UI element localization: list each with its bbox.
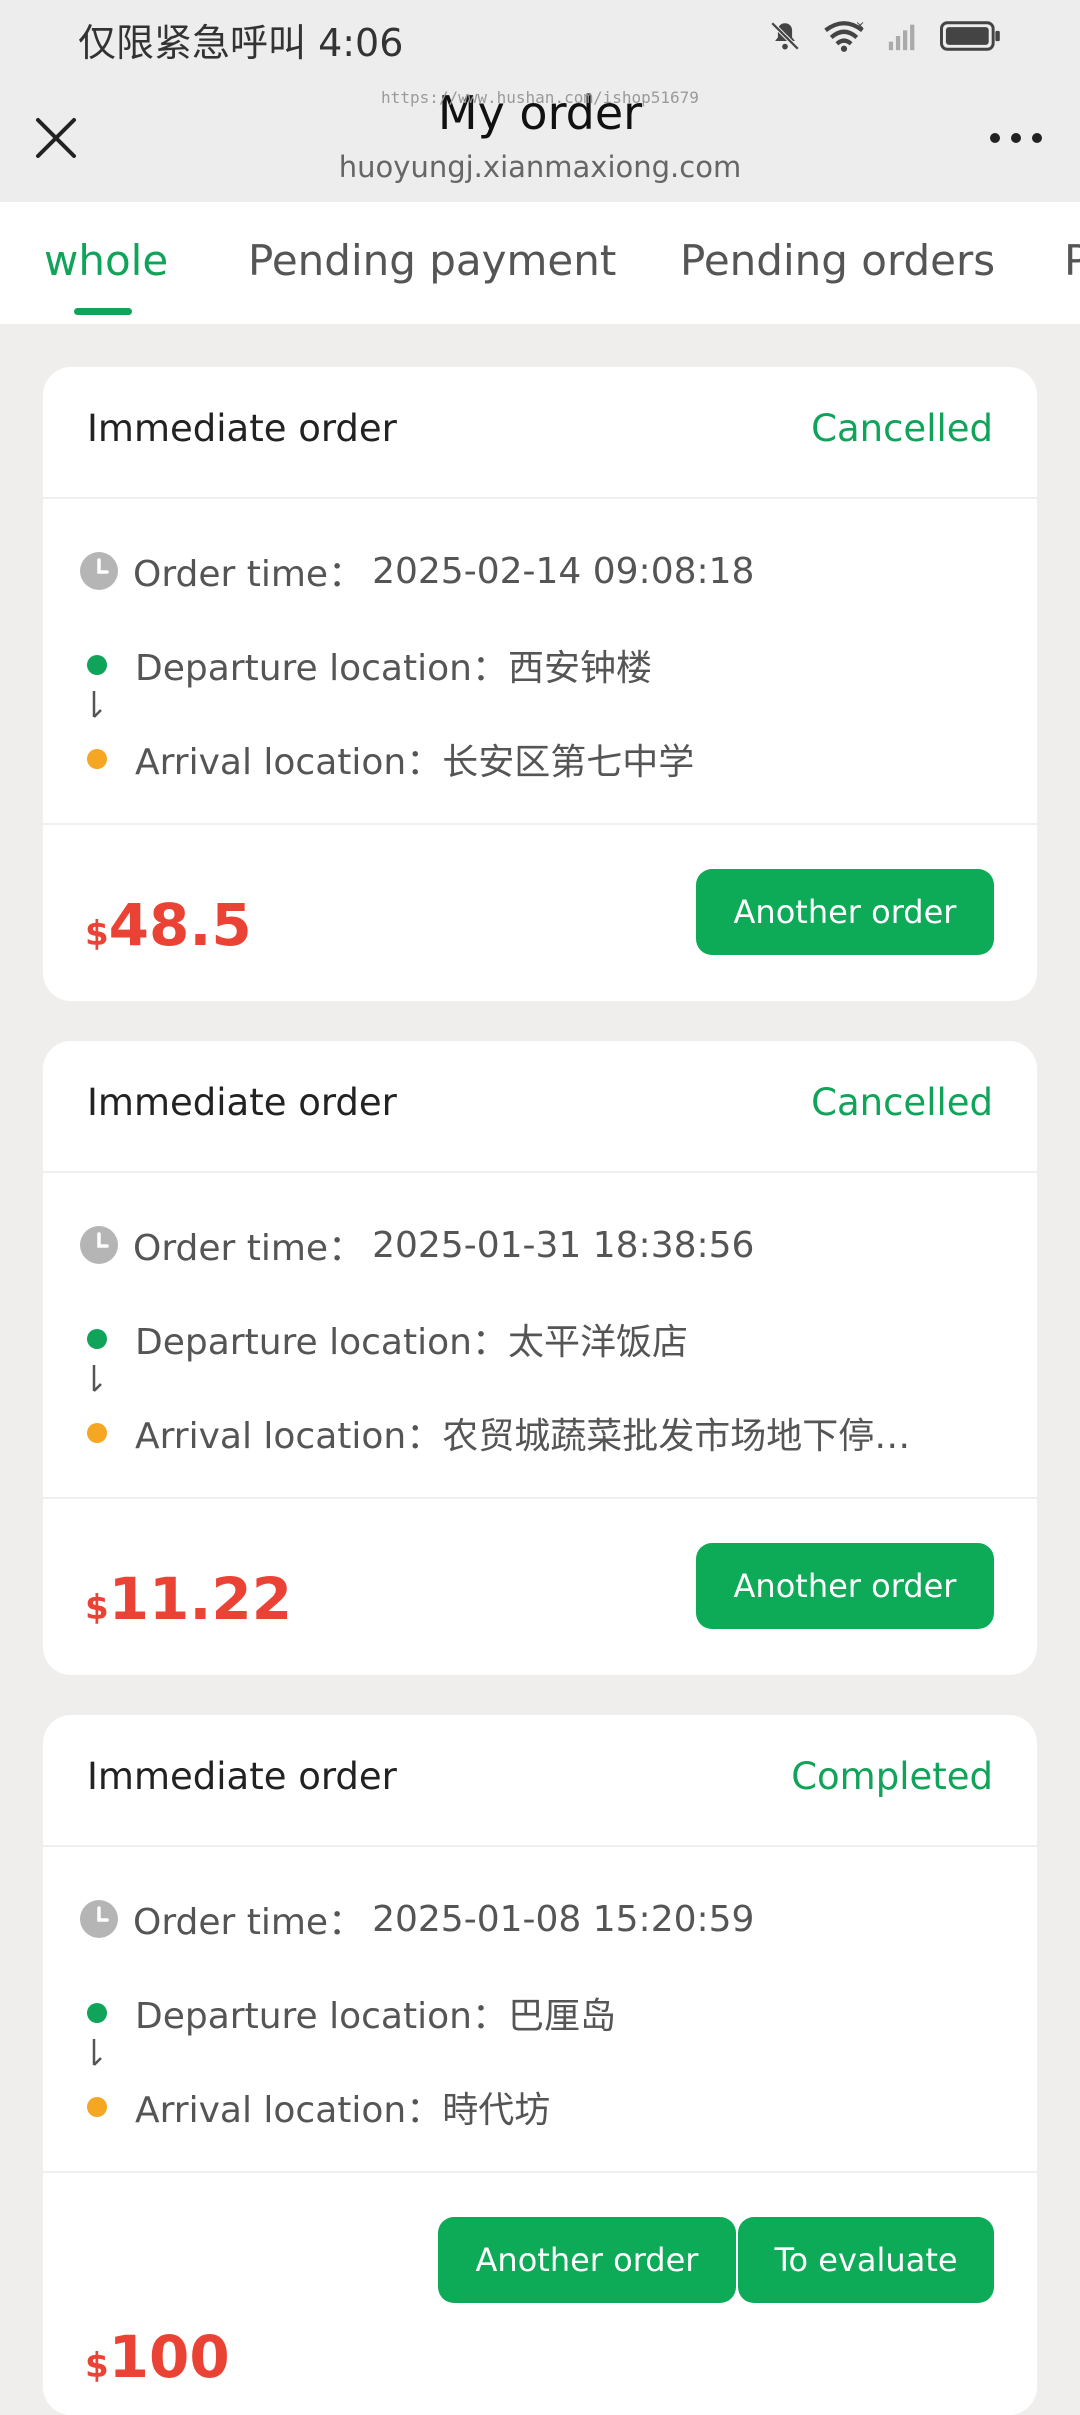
arrival-value: 時代坊	[442, 2090, 551, 2131]
status-bar: 仅限紧急呼叫 4:06 ×	[0, 0, 1080, 70]
tab-pending-orders[interactable]: Pending orders	[680, 236, 995, 285]
arrival-dot-icon	[87, 749, 107, 769]
departure-label: Departure location：	[135, 648, 508, 689]
order-time-label: Order time：	[133, 554, 365, 595]
departure-dot-icon	[87, 655, 107, 675]
departure-dot-icon	[87, 1329, 107, 1349]
price-amount: 48.5	[108, 891, 252, 959]
signal-icon	[888, 24, 915, 51]
order-time-label: Order time：	[133, 1228, 365, 1269]
order-card-body: Order time： 2025-02-14 09:08:18 Departur…	[43, 499, 1037, 825]
watermark-text: https://www.hushan.com/ishop51679	[381, 88, 699, 107]
departure-row: Departure location： 太平洋饭店	[87, 1313, 688, 1365]
arrival-row: Arrival location： 长安区第七中学	[87, 733, 694, 785]
arrival-value: 农贸城蔬菜批发市场地下停…	[442, 1416, 911, 1457]
price-currency: $	[85, 1588, 109, 1628]
bell-off-icon	[770, 21, 800, 51]
order-card-body: Order time： 2025-01-08 15:20:59 Departur…	[43, 1847, 1037, 2173]
order-time-label: Order time：	[133, 1902, 365, 1943]
another-order-button[interactable]: Another order	[696, 869, 994, 955]
route-arrow-icon	[92, 2039, 102, 2066]
active-tab-indicator	[74, 308, 132, 315]
price-currency: $	[85, 2346, 109, 2386]
page-url: huoyungj.xianmaxiong.com	[338, 150, 742, 184]
order-card-footer: $11.22 Another order	[43, 1499, 1037, 1675]
departure-value: 西安钟楼	[507, 648, 652, 689]
order-card-body: Order time： 2025-01-31 18:38:56 Departur…	[43, 1173, 1037, 1499]
order-time-value: 2025-01-31 18:38:56	[372, 1224, 755, 1266]
arrival-label: Arrival location：	[135, 1416, 443, 1457]
order-card[interactable]: Immediate order Cancelled Order time： 20…	[43, 367, 1037, 1001]
tab-pending-payment[interactable]: Pending payment	[248, 236, 616, 285]
order-type: Immediate order	[87, 407, 397, 450]
clock-icon	[80, 1900, 118, 1938]
order-card-header: Immediate order Completed	[43, 1715, 1037, 1847]
departure-label: Departure location：	[135, 1996, 508, 2037]
order-price: $11.22	[85, 1565, 292, 1633]
arrival-value: 长安区第七中学	[442, 742, 695, 783]
order-type: Immediate order	[87, 1081, 397, 1124]
order-type: Immediate order	[87, 1755, 397, 1798]
order-card[interactable]: Immediate order Cancelled Order time： 20…	[43, 1041, 1037, 1675]
order-status: Completed	[791, 1755, 993, 1798]
status-icons: ×	[768, 18, 1002, 54]
route-arrow-icon	[92, 1365, 102, 1392]
order-card-footer: Another order To evaluate $100	[43, 2173, 1037, 2391]
order-card-header: Immediate order Cancelled	[43, 367, 1037, 499]
tab-whole[interactable]: whole	[44, 236, 168, 285]
battery-icon	[940, 21, 1000, 51]
departure-label: Departure location：	[135, 1322, 508, 1363]
price-currency: $	[85, 914, 109, 954]
status-text: 仅限紧急呼叫 4:06	[78, 21, 404, 65]
arrival-label: Arrival location：	[135, 742, 443, 783]
arrival-dot-icon	[87, 2097, 107, 2117]
order-card-footer: $48.5 Another order	[43, 825, 1037, 1001]
price-amount: 100	[108, 2323, 230, 2391]
arrival-row: Arrival location： 农贸城蔬菜批发市场地下停…	[87, 1407, 910, 1459]
clock-icon	[80, 1226, 118, 1264]
header: My order https://www.hushan.com/ishop516…	[0, 70, 1080, 202]
order-time-value: 2025-01-08 15:20:59	[372, 1898, 755, 1940]
order-status: Cancelled	[811, 407, 993, 450]
price-amount: 11.22	[108, 1565, 293, 1633]
more-icon	[990, 133, 1042, 143]
another-order-button[interactable]: Another order	[438, 2217, 736, 2303]
arrival-row: Arrival location： 時代坊	[87, 2081, 550, 2133]
tab-partial[interactable]: P	[1064, 236, 1080, 285]
tab-bar: whole Pending payment Pending orders P	[0, 202, 1080, 324]
evaluate-button[interactable]: To evaluate	[738, 2217, 994, 2303]
order-price: $100	[85, 2323, 230, 2391]
arrival-dot-icon	[87, 1423, 107, 1443]
clock-icon	[80, 552, 118, 590]
another-order-button[interactable]: Another order	[696, 1543, 994, 1629]
order-price: $48.5	[85, 891, 252, 959]
arrival-label: Arrival location：	[135, 2090, 443, 2131]
departure-row: Departure location： 西安钟楼	[87, 639, 652, 691]
order-time-row: Order time： 2025-02-14 09:08:18	[79, 545, 754, 597]
order-time-value: 2025-02-14 09:08:18	[372, 550, 755, 592]
route-arrow-icon	[92, 691, 102, 718]
more-button[interactable]	[976, 106, 1056, 170]
wifi-icon: ×	[824, 19, 865, 52]
departure-dot-icon	[87, 2003, 107, 2023]
order-time-row: Order time： 2025-01-08 15:20:59	[79, 1893, 754, 1945]
order-status: Cancelled	[811, 1081, 993, 1124]
departure-row: Departure location： 巴厘岛	[87, 1987, 616, 2039]
svg-text:×: ×	[855, 19, 865, 32]
order-card-header: Immediate order Cancelled	[43, 1041, 1037, 1173]
order-time-row: Order time： 2025-01-31 18:38:56	[79, 1219, 754, 1271]
departure-value: 巴厘岛	[507, 1996, 616, 2037]
order-card[interactable]: Immediate order Completed Order time： 20…	[43, 1715, 1037, 2415]
departure-value: 太平洋饭店	[507, 1322, 688, 1363]
